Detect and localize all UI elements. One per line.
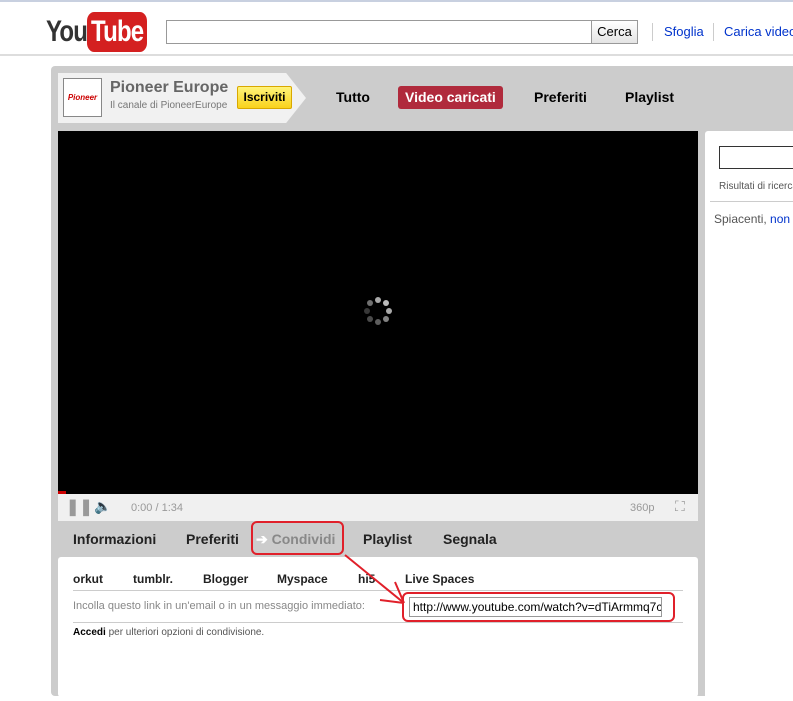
sorry-prefix: Spiacenti, [714, 212, 771, 226]
sorry-rest: non [770, 212, 791, 226]
sidebar-search-input[interactable] [719, 146, 793, 169]
annotation-arrow-icon [344, 554, 405, 604]
search-results-label: Risultati di ricerca [719, 181, 793, 192]
divider [710, 201, 793, 202]
no-results-text: Spiacenti, non [714, 212, 790, 226]
